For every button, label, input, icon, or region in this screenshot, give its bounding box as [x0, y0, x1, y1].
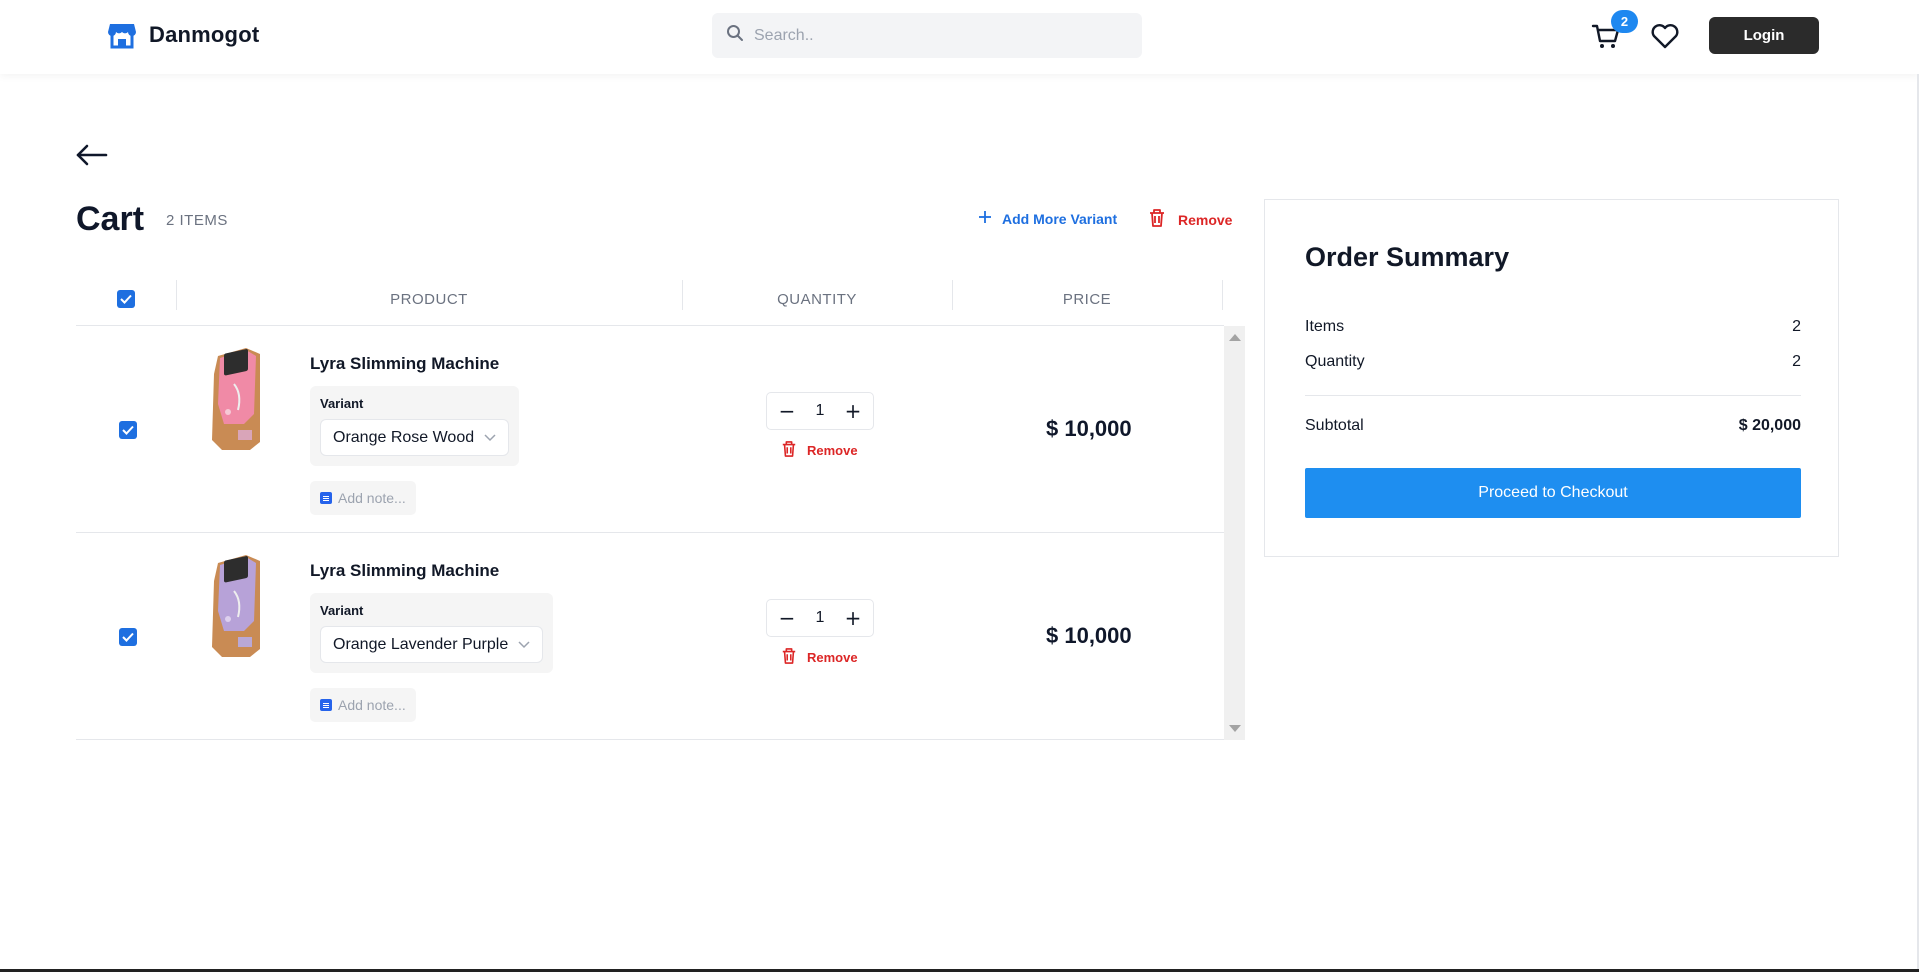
- remove-item-button[interactable]: Remove: [781, 440, 858, 461]
- order-summary-title: Order Summary: [1305, 242, 1510, 272]
- plus-icon: [978, 210, 992, 227]
- select-all-cell: [76, 272, 176, 326]
- chevron-down-icon: [484, 429, 496, 447]
- variant-box: Variant Orange Rose Wood: [310, 386, 520, 466]
- add-note-field[interactable]: Add note...: [310, 688, 416, 722]
- select-all-checkbox[interactable]: [117, 290, 135, 308]
- cart-table-header: PRODUCT QUANTITY PRICE: [76, 272, 1224, 326]
- summary-subtotal-row: Subtotal $ 20,000: [1305, 417, 1801, 435]
- trash-icon: [781, 647, 797, 668]
- row-checkbox[interactable]: [119, 628, 137, 646]
- variant-label: Variant: [320, 396, 364, 411]
- remove-item-label: Remove: [807, 650, 858, 665]
- variant-value: Orange Rose Wood: [333, 428, 475, 446]
- variant-select[interactable]: Orange Rose Wood: [320, 419, 510, 456]
- search-icon: [726, 24, 744, 47]
- table-row: Lyra Slimming Machine Variant Orange Ros…: [76, 326, 1224, 533]
- variant-label: Variant: [320, 603, 364, 618]
- column-header-product: PRODUCT: [390, 290, 468, 308]
- page-title: Cart: [76, 200, 145, 238]
- summary-quantity-label: Quantity: [1305, 353, 1365, 370]
- scroll-up-arrow[interactable]: [1229, 334, 1241, 341]
- add-more-variant-label: Add More Variant: [1002, 210, 1118, 227]
- summary-quantity-value: 2: [1792, 353, 1801, 370]
- summary-items-row: Items 2: [1305, 318, 1801, 336]
- decrement-button[interactable]: −: [775, 399, 799, 423]
- quantity-stepper: − 1 +: [766, 599, 874, 637]
- increment-button[interactable]: +: [841, 399, 865, 423]
- column-header-price: PRICE: [1062, 290, 1112, 308]
- variant-select[interactable]: Orange Lavender Purple: [320, 626, 544, 663]
- product-name: Lyra Slimming Machine: [310, 561, 500, 580]
- note-icon: [320, 699, 332, 711]
- trash-icon: [781, 440, 797, 461]
- search-bar[interactable]: [712, 13, 1142, 58]
- chevron-down-icon: [518, 636, 530, 654]
- brand-logo[interactable]: Danmogot: [107, 20, 259, 50]
- brand-name: Danmogot: [149, 22, 260, 47]
- back-arrow-icon[interactable]: [74, 140, 110, 170]
- summary-subtotal-label: Subtotal: [1305, 417, 1364, 434]
- cart-count-badge: 2: [1611, 10, 1638, 33]
- quantity-stepper: − 1 +: [766, 392, 874, 430]
- add-note-placeholder: Add note...: [338, 697, 406, 713]
- summary-items-value: 2: [1792, 318, 1801, 335]
- summary-quantity-row: Quantity 2: [1305, 353, 1801, 371]
- column-divider: [1222, 280, 1223, 310]
- quantity-value: 1: [815, 402, 825, 419]
- remove-selected-button[interactable]: Remove: [1148, 208, 1232, 231]
- order-summary-card: Order Summary Items 2 Quantity 2 Subtota…: [1264, 199, 1839, 557]
- product-name: Lyra Slimming Machine: [310, 354, 500, 373]
- row-checkbox[interactable]: [119, 421, 137, 439]
- proceed-to-checkout-button[interactable]: Proceed to Checkout: [1305, 468, 1801, 518]
- cart-item-count: 2 ITEMS: [166, 212, 228, 229]
- top-navbar: Danmogot 2 Login: [0, 0, 1919, 74]
- column-header-quantity: QUANTITY: [777, 290, 857, 308]
- variant-box: Variant Orange Lavender Purple: [310, 593, 554, 673]
- add-more-variant-button[interactable]: Add More Variant: [978, 210, 1117, 227]
- remove-selected-label: Remove: [1178, 211, 1233, 228]
- remove-item-button[interactable]: Remove: [781, 647, 858, 668]
- heart-icon[interactable]: [1650, 21, 1680, 51]
- summary-subtotal-value: $ 20,000: [1738, 417, 1801, 434]
- summary-items-label: Items: [1305, 318, 1345, 335]
- trash-icon: [1148, 208, 1166, 231]
- product-image: [204, 551, 274, 661]
- table-row: Lyra Slimming Machine Variant Orange Lav…: [76, 533, 1224, 740]
- product-image: [204, 344, 274, 454]
- add-note-field[interactable]: Add note...: [310, 481, 416, 515]
- cart-table-body: Lyra Slimming Machine Variant Orange Ros…: [76, 326, 1245, 740]
- decrement-button[interactable]: −: [775, 606, 799, 630]
- note-icon: [320, 492, 332, 504]
- search-input[interactable]: [754, 26, 1134, 45]
- item-price: $ 10,000: [1046, 623, 1132, 648]
- quantity-value: 1: [815, 609, 825, 626]
- increment-button[interactable]: +: [841, 606, 865, 630]
- scroll-down-arrow[interactable]: [1229, 725, 1241, 732]
- summary-divider: [1305, 395, 1801, 396]
- add-note-placeholder: Add note...: [338, 490, 406, 506]
- item-price: $ 10,000: [1046, 416, 1132, 441]
- table-scrollbar[interactable]: [1224, 326, 1245, 740]
- remove-item-label: Remove: [807, 443, 858, 458]
- store-icon: [107, 20, 137, 50]
- login-button[interactable]: Login: [1709, 17, 1819, 54]
- variant-value: Orange Lavender Purple: [333, 635, 509, 653]
